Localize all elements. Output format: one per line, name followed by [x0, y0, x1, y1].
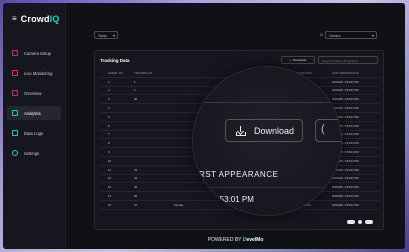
table-cell: 45	[134, 185, 138, 190]
table-cell: 12	[108, 176, 112, 181]
gear-icon	[12, 150, 18, 156]
table-cell: 9/3/2025, 3:53:01 PM	[332, 167, 359, 172]
sidebar-item-camera-setup[interactable]: Camera Setup	[7, 46, 61, 60]
prev-page-button[interactable]	[347, 220, 355, 224]
camera-select-label: ID	[319, 33, 323, 37]
sidebar-item-analytics[interactable]: Analytics	[7, 106, 61, 120]
download-icon: ⤓	[289, 58, 291, 62]
download-label: Download	[292, 58, 307, 62]
table-header: TRACKING ID	[134, 70, 153, 75]
table-cell: 9/3/2025, 3:53:01 PM	[332, 79, 359, 84]
main-content: Today ID Camera Tracking Data ⤓ Download…	[66, 3, 405, 249]
table-cell: 9/3/2025, 3:53:01 PM	[332, 176, 359, 181]
download-label-zoomed: Download	[254, 125, 295, 136]
table-cell: 43	[134, 167, 138, 172]
analytics-icon	[12, 110, 18, 116]
magnifier-lens: Download ( RST APPEARANCE 3:53:01 PM	[192, 66, 342, 216]
table-cell: 7	[108, 132, 110, 137]
devel-logo: DevelMo	[242, 237, 264, 243]
table-cell: 4	[108, 106, 110, 111]
sidebar-item-overview[interactable]: Overview	[7, 86, 61, 100]
table-cell: 9/3/2025, 3:53:01 PM	[332, 202, 359, 207]
table-cell: 38	[134, 97, 138, 102]
sidebar-item-live-monitoring[interactable]: Live Monitoring	[7, 66, 61, 80]
sidebar-item-label: Camera Setup	[24, 50, 51, 56]
lens-divider	[193, 187, 341, 188]
table-cell: 6	[108, 123, 110, 128]
first-appearance-header-zoomed: RST APPEARANCE	[199, 170, 279, 179]
app-screen: ≡ CrowdIQ Camera Setup Live Monitoring O…	[3, 3, 405, 249]
table-cell: 3	[108, 97, 110, 102]
sidebar: ≡ CrowdIQ Camera Setup Live Monitoring O…	[3, 3, 66, 249]
menu-icon[interactable]: ≡	[12, 15, 17, 23]
table-cell: 13	[108, 185, 112, 190]
sidebar-item-label: Data Logs	[24, 130, 44, 136]
camera-icon	[12, 50, 18, 56]
sidebar-item-settings[interactable]: Settings	[7, 146, 61, 160]
table-cell: 47	[134, 202, 138, 207]
table-cell: 2	[108, 88, 110, 93]
sidebar-item-label: Live Monitoring	[24, 70, 53, 76]
sidebar-item-data-logs[interactable]: Data Logs	[7, 126, 61, 140]
table-cell: 14	[108, 194, 112, 199]
logs-icon	[12, 130, 18, 136]
download-icon	[236, 125, 246, 136]
sidebar-nav: Camera Setup Live Monitoring Overview An…	[3, 46, 65, 160]
app-logo: CrowdIQ	[20, 14, 60, 24]
table-cell: 11	[108, 167, 111, 172]
table-cell: 1	[134, 79, 136, 84]
sidebar-item-label: Analytics	[24, 110, 41, 116]
footer: POWERED BY DevelMo	[66, 237, 405, 243]
table-cell: 8	[108, 141, 110, 146]
powered-by-label: POWERED BY	[207, 237, 242, 243]
sidebar-item-label: Overview	[24, 90, 42, 96]
table-cell: 9/3/2025, 3:53:01 PM	[332, 97, 359, 102]
monitor-icon	[12, 70, 18, 76]
download-button[interactable]: ⤓ Download	[281, 56, 315, 64]
card-title: Tracking Data	[100, 58, 130, 63]
timestamp-zoomed: 3:53:01 PM	[213, 195, 254, 204]
table-cell: 5	[108, 114, 110, 119]
search-input[interactable]: Search tracking ID (global)	[318, 56, 378, 64]
lens-divider	[193, 102, 341, 103]
search-input-zoomed[interactable]: (	[315, 119, 341, 142]
table-cell: 9/3/2025, 3:53:01 PM	[332, 106, 359, 111]
download-button-zoomed[interactable]: Download	[225, 119, 303, 142]
filter-bar: Today ID Camera	[94, 31, 377, 41]
table-cell: 1	[108, 79, 110, 84]
table-header: SERIAL NO.	[108, 70, 124, 75]
table-cell: 10	[108, 158, 112, 163]
table-header: LAST APPEARANCE	[332, 70, 359, 75]
table-cell: 9	[108, 150, 110, 155]
table-cell: 15	[108, 202, 112, 207]
next-page-button[interactable]	[365, 220, 373, 224]
table-cell: 44	[134, 176, 138, 181]
date-filter-select[interactable]: Today	[94, 31, 118, 39]
table-cell: 46	[134, 194, 138, 199]
page-indicator[interactable]	[358, 220, 362, 224]
camera-select[interactable]: Camera	[325, 31, 377, 39]
overview-icon	[12, 90, 18, 96]
table-cell: 9/3/2025, 3:53:01 PM	[332, 194, 359, 199]
brand: ≡ CrowdIQ	[3, 3, 65, 24]
table-cell: 9/3/2025, 3:53:01 PM	[332, 88, 359, 93]
pagination	[347, 220, 373, 224]
table-cell: 2	[134, 88, 136, 93]
sidebar-item-label: Settings	[24, 150, 40, 156]
